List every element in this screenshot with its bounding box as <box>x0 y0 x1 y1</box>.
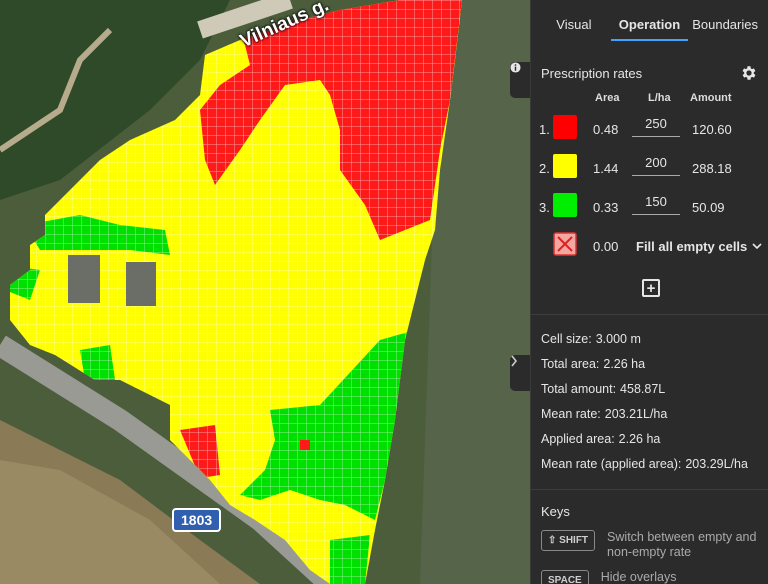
rate-color-swatch[interactable] <box>553 154 577 178</box>
gear-icon[interactable] <box>740 64 758 82</box>
rate-color-swatch[interactable] <box>553 193 577 217</box>
road-number-badge: 1803 <box>172 508 222 532</box>
rate-input[interactable]: 150 <box>632 191 680 215</box>
rate-input[interactable]: 250 <box>632 113 680 137</box>
empty-cells-row: 0.00 Fill all empty cells <box>531 227 768 266</box>
rate-row-2: 2. 1.44 200 288.18 <box>531 149 768 188</box>
space-key: SPACE <box>541 570 589 584</box>
shift-key: ⇧ SHIFT <box>541 530 596 551</box>
side-panel: Visual Operation Boundaries Prescription… <box>530 0 768 584</box>
stat-mean-rate-applied: Mean rate (applied area): 203.29L/ha <box>541 457 748 471</box>
prescription-rates-title: Prescription rates <box>541 65 643 81</box>
collapse-panel-toggle[interactable] <box>510 355 530 391</box>
chevron-down-icon <box>752 243 762 250</box>
keys-title: Keys <box>541 504 570 519</box>
satellite-background <box>0 0 530 584</box>
tab-visual[interactable]: Visual <box>537 0 611 44</box>
rate-row-1: 1. 0.48 250 120.60 <box>531 110 768 149</box>
rate-input[interactable]: 200 <box>632 152 680 176</box>
fill-empty-cells-dropdown[interactable]: Fill all empty cells <box>636 239 762 254</box>
tab-boundaries[interactable]: Boundaries <box>688 0 762 44</box>
column-area: Area <box>595 92 620 104</box>
tab-operation[interactable]: Operation <box>610 0 689 44</box>
add-rate-button[interactable]: + <box>642 279 660 297</box>
stat-cell-size: Cell size: 3.000 m <box>541 332 641 346</box>
panel-tabs: Visual Operation Boundaries <box>531 0 768 44</box>
stat-mean-rate: Mean rate: 203.21L/ha <box>541 407 668 421</box>
info-icon <box>510 62 521 73</box>
plus-square-icon: + <box>646 279 656 297</box>
key-space-row: SPACE Hide overlays <box>541 570 751 584</box>
key-shift-row: ⇧ SHIFT Switch between empty and non-emp… <box>541 530 757 560</box>
column-amount: Amount <box>690 92 732 104</box>
stats-list: Cell size: 3.000 m Total area: 2.26 ha Tot… <box>541 332 748 482</box>
rate-row-3: 3. 0.33 150 50.09 <box>531 188 768 227</box>
divider <box>531 489 768 490</box>
chevron-right-icon <box>511 355 518 367</box>
info-toggle[interactable] <box>510 62 530 98</box>
stat-total-area: Total area: 2.26 ha <box>541 357 646 371</box>
rate-color-swatch[interactable] <box>553 115 577 139</box>
column-rate: L/ha <box>648 92 671 104</box>
stat-applied-area: Applied area: 2.26 ha <box>541 432 661 446</box>
empty-cell-icon[interactable] <box>553 232 577 256</box>
stat-total-amount: Total amount: 458.87L <box>541 382 666 396</box>
divider <box>531 314 768 315</box>
field-map[interactable]: Vilniaus g. 1803 <box>0 0 530 584</box>
